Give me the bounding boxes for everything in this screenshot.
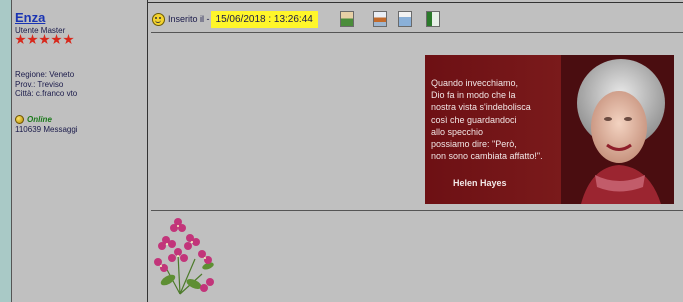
star-icon: [15, 34, 26, 45]
post-body-divider: [151, 210, 683, 211]
star-icon: [27, 34, 38, 45]
left-edge-strip: [0, 0, 12, 302]
quote-text: Quando invecchiamo, Dio fa in modo che l…: [431, 78, 543, 162]
document-icon[interactable]: [426, 11, 440, 27]
post-header: Inserito il - 15/06/2018 : 13:26:44: [152, 9, 318, 29]
author-region: Regione: Veneto: [15, 70, 75, 79]
rank-stars: [15, 34, 74, 46]
email-icon[interactable]: [398, 11, 412, 27]
star-icon: [51, 34, 62, 45]
smiley-icon: [152, 12, 165, 26]
quote-author: Helen Hayes: [453, 178, 507, 188]
author-name-link[interactable]: Enza: [15, 10, 45, 25]
author-city: Città: c.franco vto: [15, 89, 78, 98]
post-header-divider: [151, 32, 683, 33]
star-icon: [39, 34, 50, 45]
profile-icon[interactable]: [340, 11, 354, 27]
post-timestamp: 15/06/2018 : 13:26:44: [210, 10, 318, 28]
author-province: Prov.: Treviso: [15, 80, 64, 89]
author-message-count: 110639 Messaggi: [15, 125, 78, 134]
flowers-image: [154, 218, 214, 295]
online-status: Online: [15, 115, 52, 124]
online-label: Online: [27, 115, 52, 124]
online-icon: [15, 115, 24, 124]
inserted-label: Inserito il -: [168, 14, 210, 24]
homepage-icon[interactable]: [373, 11, 387, 27]
author-panel: Enza Utente Master Regione: Veneto Prov.…: [12, 0, 148, 302]
quote-image: Quando invecchiamo, Dio fa in modo che l…: [425, 55, 674, 204]
star-icon: [63, 34, 74, 45]
portrait-image: [561, 55, 674, 204]
